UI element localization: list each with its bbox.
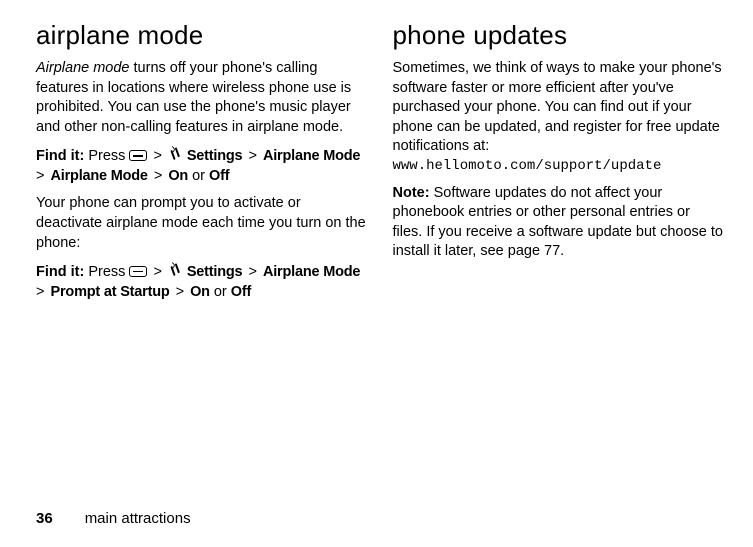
updates-intro: Sometimes, we think of ways to make your… [393,59,724,176]
find-it-label: Find it: [36,264,84,280]
gt: > [148,168,169,184]
note-label: Note: [393,185,430,201]
content-columns: airplane mode Airplane mode turns off yo… [36,18,723,310]
tools-icon [168,147,183,162]
or-text: or [210,284,231,300]
menu-key-icon [129,266,147,277]
press-text: Press [84,264,129,280]
gt: > [242,148,263,164]
updates-intro-text: Sometimes, we think of ways to make your… [393,60,722,154]
airplane-intro: Airplane mode turns off your phone's cal… [36,59,367,137]
nav-settings: Settings [183,148,242,164]
right-column: phone updates Sometimes, we think of way… [393,18,724,310]
page-footer: 36 main attractions [36,509,191,529]
page-number: 36 [36,510,53,527]
update-url: www.hellomoto.com/support/update [393,157,724,176]
nav-settings: Settings [183,264,242,280]
heading-phone-updates: phone updates [393,18,724,53]
or-text: or [188,168,209,184]
updates-note: Note: Software updates do not affect you… [393,184,724,262]
section-title: main attractions [85,510,191,527]
tools-icon [168,263,183,278]
nav-prompt-startup: Prompt at Startup [51,284,170,300]
option-on: On [190,284,210,300]
airplane-prompt-para: Your phone can prompt you to activate or… [36,194,367,253]
gt: > [147,148,168,164]
option-off: Off [209,168,229,184]
note-rest: Software updates do not affect your phon… [393,185,723,260]
left-column: airplane mode Airplane mode turns off yo… [36,18,367,310]
gt: > [170,284,191,300]
nav-airplane-mode: Airplane Mode [263,264,360,280]
find-it-airplane-toggle: Find it: Press > Settings > Airplane Mod… [36,145,367,186]
press-text: Press [84,148,129,164]
gt: > [242,264,263,280]
menu-key-icon [129,150,147,161]
heading-airplane-mode: airplane mode [36,18,367,53]
term-airplane-mode: Airplane mode [36,60,130,76]
nav-airplane-mode: Airplane Mode [263,148,360,164]
gt: > [147,264,168,280]
nav-airplane-mode-sub: Airplane Mode [51,168,148,184]
find-it-prompt-startup: Find it: Press > Settings > Airplane Mod… [36,261,367,302]
option-off: Off [231,284,251,300]
option-on: On [168,168,188,184]
find-it-label: Find it: [36,148,84,164]
